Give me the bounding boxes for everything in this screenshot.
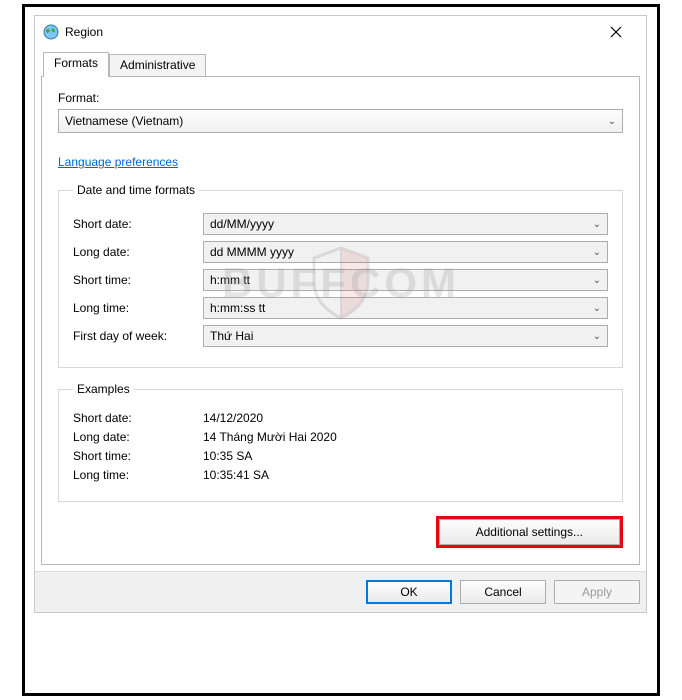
short-time-label: Short time: [73,273,203,287]
long-time-row: Long time: h:mm:ss tt ⌄ [73,297,608,319]
example-short-time-row: Short time: 10:35 SA [73,449,608,463]
close-button[interactable] [594,17,638,47]
language-preferences-link[interactable]: Language preferences [58,155,178,169]
long-time-value: h:mm:ss tt [210,301,593,315]
date-time-formats-group: Date and time formats Short date: dd/MM/… [58,183,623,368]
additional-settings-button[interactable]: Additional settings... [439,519,620,545]
chevron-down-icon: ⌄ [593,331,601,342]
example-long-date-label: Long date: [73,430,203,444]
first-day-value: Thứ Hai [210,329,593,343]
short-date-combobox[interactable]: dd/MM/yyyy ⌄ [203,213,608,235]
example-short-time-value: 10:35 SA [203,449,252,463]
cancel-button[interactable]: Cancel [460,580,546,604]
titlebar: Region [35,16,646,48]
long-date-row: Long date: dd MMMM yyyy ⌄ [73,241,608,263]
chevron-down-icon: ⌄ [608,116,616,127]
dialog-button-row: OK Cancel Apply [35,571,646,612]
window-title: Region [65,25,594,39]
formats-panel: Format: Vietnamese (Vietnam) ⌄ Language … [41,76,640,565]
examples-legend: Examples [73,382,134,396]
short-date-value: dd/MM/yyyy [210,217,593,231]
example-long-date-row: Long date: 14 Tháng Mười Hai 2020 [73,430,608,444]
example-long-date-value: 14 Tháng Mười Hai 2020 [203,430,337,444]
short-time-combobox[interactable]: h:mm tt ⌄ [203,269,608,291]
additional-settings-highlight: Additional settings... [436,516,623,548]
example-long-time-row: Long time: 10:35:41 SA [73,468,608,482]
first-day-label: First day of week: [73,329,203,343]
long-date-label: Long date: [73,245,203,259]
chevron-down-icon: ⌄ [593,275,601,286]
additional-settings-wrap: Additional settings... [58,516,623,548]
tabstrip: Formats Administrative [43,52,640,76]
format-selected: Vietnamese (Vietnam) [65,114,608,128]
format-label: Format: [58,91,623,105]
apply-button: Apply [554,580,640,604]
example-short-time-label: Short time: [73,449,203,463]
ok-button[interactable]: OK [366,580,452,604]
example-short-date-label: Short date: [73,411,203,425]
examples-group: Examples Short date: 14/12/2020 Long dat… [58,382,623,502]
chevron-down-icon: ⌄ [593,303,601,314]
short-date-row: Short date: dd/MM/yyyy ⌄ [73,213,608,235]
close-icon [610,26,622,38]
example-long-time-label: Long time: [73,468,203,482]
client-area: Formats Administrative Format: Vietnames… [35,52,646,571]
short-date-label: Short date: [73,217,203,231]
first-day-row: First day of week: Thứ Hai ⌄ [73,325,608,347]
chevron-down-icon: ⌄ [593,219,601,230]
format-combobox[interactable]: Vietnamese (Vietnam) ⌄ [58,109,623,133]
region-dialog: Region Formats Administrative Format: Vi… [34,15,647,613]
long-time-label: Long time: [73,301,203,315]
long-date-value: dd MMMM yyyy [210,245,593,259]
screenshot-border: Region Formats Administrative Format: Vi… [22,4,660,696]
short-time-value: h:mm tt [210,273,593,287]
example-short-date-value: 14/12/2020 [203,411,263,425]
chevron-down-icon: ⌄ [593,247,601,258]
short-time-row: Short time: h:mm tt ⌄ [73,269,608,291]
tab-administrative[interactable]: Administrative [109,54,206,76]
long-time-combobox[interactable]: h:mm:ss tt ⌄ [203,297,608,319]
tab-formats[interactable]: Formats [43,52,109,77]
date-time-legend: Date and time formats [73,183,199,197]
long-date-combobox[interactable]: dd MMMM yyyy ⌄ [203,241,608,263]
example-short-date-row: Short date: 14/12/2020 [73,411,608,425]
example-long-time-value: 10:35:41 SA [203,468,269,482]
globe-icon [43,24,59,40]
first-day-combobox[interactable]: Thứ Hai ⌄ [203,325,608,347]
